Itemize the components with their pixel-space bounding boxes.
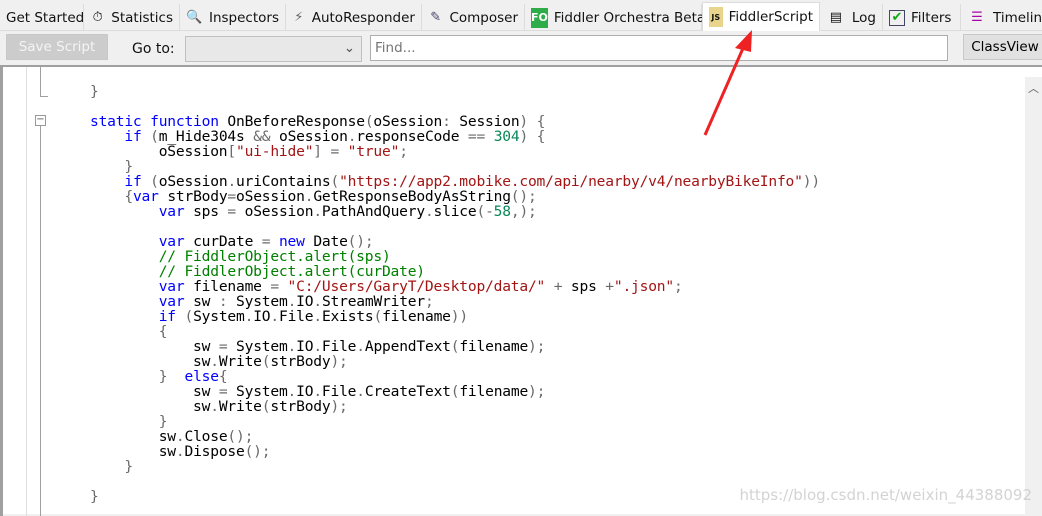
- annotation-arrow: [703, 30, 752, 136]
